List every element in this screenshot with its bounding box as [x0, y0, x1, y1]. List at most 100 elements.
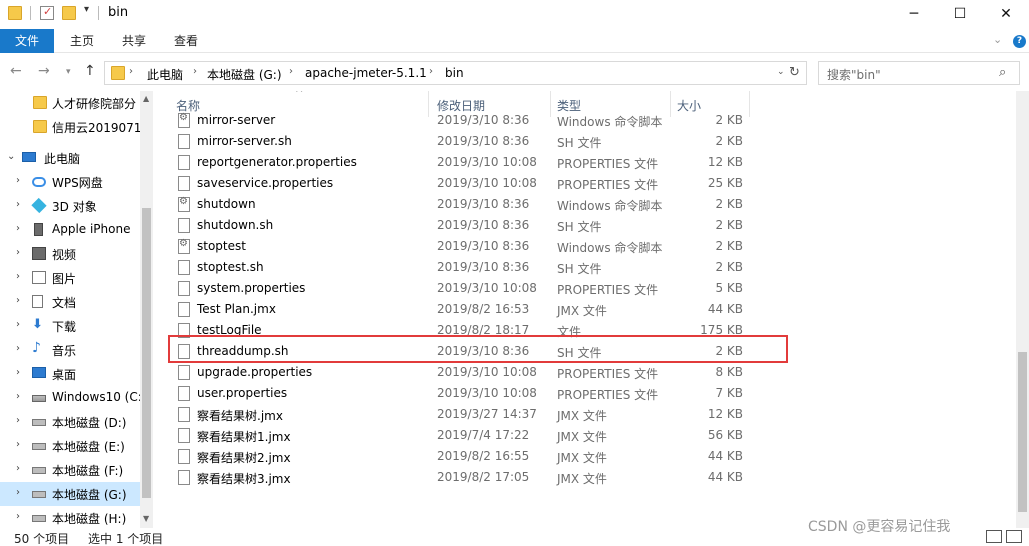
- nav-item-drive-e[interactable]: › 本地磁盘 (E:): [0, 434, 140, 458]
- chevron-right-icon[interactable]: ›: [16, 223, 20, 234]
- video-icon: [32, 247, 46, 260]
- nav-item-folder-2[interactable]: 信用云2019071: [0, 115, 141, 139]
- scroll-down-icon[interactable]: ▼: [143, 514, 149, 523]
- breadcrumb-chevron-icon[interactable]: ›: [129, 66, 133, 77]
- nav-item-drive-h[interactable]: › 本地磁盘 (H:): [0, 506, 140, 528]
- file-name: 察看结果树1.jmx: [197, 430, 291, 444]
- file-row[interactable]: 察看结果树2.jmx 2019/8/2 16:55 JMX 文件 44 KB: [170, 446, 790, 467]
- expand-ribbon-icon[interactable]: ⌄: [993, 33, 1002, 46]
- nav-item-wps[interactable]: › WPS网盘: [0, 170, 140, 194]
- file-row[interactable]: mirror-server.sh 2019/3/10 8:36 SH 文件 2 KB: [170, 131, 790, 152]
- file-row[interactable]: user.properties 2019/3/10 10:08 PROPERTIES…: [170, 383, 790, 404]
- minimize-button[interactable]: ─: [891, 0, 937, 28]
- file-type: JMX 文件: [557, 472, 607, 486]
- tab-file[interactable]: 文件: [0, 29, 54, 53]
- recent-locations-icon[interactable]: ▾: [66, 67, 71, 77]
- file-row[interactable]: saveservice.properties 2019/3/10 10:08 PRO…: [170, 173, 790, 194]
- chevron-right-icon[interactable]: ›: [16, 199, 20, 210]
- nav-item-drive-f[interactable]: › 本地磁盘 (F:): [0, 458, 140, 482]
- tab-view[interactable]: 查看: [164, 29, 208, 53]
- file-row[interactable]: shutdown.sh 2019/3/10 8:36 SH 文件 2 KB: [170, 215, 790, 236]
- chevron-right-icon[interactable]: ›: [16, 367, 20, 378]
- breadcrumb-chevron-icon[interactable]: ›: [429, 66, 433, 77]
- quick-access-dropdown-icon[interactable]: ▾: [84, 4, 89, 15]
- nav-item-drive-g[interactable]: › 本地磁盘 (G:): [0, 482, 140, 506]
- back-icon[interactable]: ←: [10, 63, 22, 79]
- details-view-icon[interactable]: [986, 530, 1002, 543]
- chevron-right-icon[interactable]: ›: [16, 247, 20, 258]
- nav-item-iphone[interactable]: › Apple iPhone: [0, 218, 140, 242]
- chevron-right-icon[interactable]: ›: [16, 295, 20, 306]
- chevron-right-icon[interactable]: ›: [16, 319, 20, 330]
- file-date: 2019/3/10 10:08: [437, 155, 537, 169]
- up-icon[interactable]: ↑: [84, 63, 96, 79]
- drive-icon: [32, 491, 46, 498]
- tab-home[interactable]: 主页: [60, 29, 104, 53]
- tab-share[interactable]: 共享: [112, 29, 156, 53]
- nav-item-folder-1[interactable]: 人才研修院部分: [0, 91, 140, 115]
- large-icons-view-icon[interactable]: [1006, 530, 1022, 543]
- nav-item-downloads[interactable]: › ⬇ 下载: [0, 314, 140, 338]
- search-icon[interactable]: ⌕: [999, 65, 1006, 80]
- file-row[interactable]: shutdown 2019/3/10 8:36 Windows 命令脚本 2 KB: [170, 194, 790, 215]
- refresh-icon[interactable]: ↻: [789, 65, 800, 80]
- breadcrumb-jmeter[interactable]: apache-jmeter-5.1.1: [305, 66, 427, 80]
- file-row[interactable]: mirror-server 2019/3/10 8:36 Windows 命令脚本 2…: [170, 110, 790, 131]
- file-row[interactable]: 察看结果树.jmx 2019/3/27 14:37 JMX 文件 12 KB: [170, 404, 790, 425]
- chevron-right-icon[interactable]: ›: [16, 343, 20, 354]
- search-input[interactable]: 搜索"bin" ⌕: [818, 61, 1020, 85]
- nav-scrollbar-thumb[interactable]: [142, 208, 151, 498]
- nav-item-label: 下载: [52, 320, 77, 334]
- nav-item-label: 本地磁盘 (F:): [52, 464, 124, 478]
- script-icon: [178, 238, 190, 254]
- nav-item-desktop[interactable]: › 桌面: [0, 362, 140, 386]
- chevron-right-icon[interactable]: ›: [16, 439, 20, 450]
- file-size: 44 KB: [707, 449, 743, 463]
- nav-item-videos[interactable]: › 视频: [0, 242, 140, 266]
- chevron-right-icon[interactable]: ›: [16, 391, 20, 402]
- properties-icon[interactable]: [40, 5, 54, 20]
- chevron-right-icon[interactable]: ›: [16, 511, 20, 522]
- address-bar[interactable]: › 此电脑 › 本地磁盘 (G:) › apache-jmeter-5.1.1 …: [104, 61, 807, 85]
- file-row[interactable]: reportgenerator.properties 2019/3/10 10:0…: [170, 152, 790, 173]
- nav-item-documents[interactable]: › 文档: [0, 290, 140, 314]
- file-row[interactable]: system.properties 2019/3/10 10:08 PROPERTI…: [170, 278, 790, 299]
- nav-item-this-pc[interactable]: ⌄ 此电脑: [0, 146, 140, 170]
- file-row[interactable]: 察看结果树3.jmx 2019/8/2 17:05 JMX 文件 44 KB: [170, 467, 790, 488]
- chevron-down-icon[interactable]: ⌄: [7, 151, 15, 162]
- file-icon: [178, 260, 190, 275]
- nav-item-drive-d[interactable]: › 本地磁盘 (D:): [0, 410, 140, 434]
- nav-item-pictures[interactable]: › 图片: [0, 266, 140, 290]
- file-row[interactable]: Test Plan.jmx 2019/8/2 16:53 JMX 文件 44 KB: [170, 299, 790, 320]
- file-row[interactable]: stoptest.sh 2019/3/10 8:36 SH 文件 2 KB: [170, 257, 790, 278]
- nav-item-music[interactable]: › ♪ 音乐: [0, 338, 140, 362]
- breadcrumb-chevron-icon[interactable]: ›: [193, 66, 197, 77]
- nav-item-drive-c[interactable]: › Windows10 (C:: [0, 386, 142, 410]
- scroll-up-icon[interactable]: ▲: [143, 94, 149, 103]
- file-list-scrollbar-thumb[interactable]: [1018, 352, 1027, 512]
- close-button[interactable]: ✕: [983, 0, 1029, 28]
- folder-icon: [33, 96, 47, 109]
- breadcrumb-bin[interactable]: bin: [445, 66, 464, 80]
- chevron-right-icon[interactable]: ›: [16, 487, 20, 498]
- maximize-button[interactable]: ☐: [937, 0, 983, 28]
- desktop-icon: [32, 367, 46, 378]
- file-name: shutdown: [197, 197, 256, 211]
- file-row[interactable]: 察看结果树1.jmx 2019/7/4 17:22 JMX 文件 56 KB: [170, 425, 790, 446]
- chevron-right-icon[interactable]: ›: [16, 271, 20, 282]
- address-dropdown-icon[interactable]: ⌄: [777, 67, 785, 77]
- breadcrumb-this-pc[interactable]: 此电脑: [147, 66, 183, 83]
- file-row[interactable]: upgrade.properties 2019/3/10 10:08 PROPERT…: [170, 362, 790, 383]
- new-folder-icon[interactable]: [62, 6, 76, 20]
- forward-icon[interactable]: →: [38, 63, 50, 79]
- chevron-right-icon[interactable]: ›: [16, 415, 20, 426]
- breadcrumb-drive-g[interactable]: 本地磁盘 (G:): [207, 66, 282, 83]
- file-type: JMX 文件: [557, 409, 607, 423]
- chevron-right-icon[interactable]: ›: [16, 463, 20, 474]
- nav-item-3d[interactable]: › 3D 对象: [0, 194, 140, 218]
- help-icon[interactable]: ?: [1013, 35, 1026, 48]
- file-date: 2019/3/10 10:08: [437, 365, 537, 379]
- breadcrumb-chevron-icon[interactable]: ›: [289, 66, 293, 77]
- file-row[interactable]: stoptest 2019/3/10 8:36 Windows 命令脚本 2 KB: [170, 236, 790, 257]
- chevron-right-icon[interactable]: ›: [16, 175, 20, 186]
